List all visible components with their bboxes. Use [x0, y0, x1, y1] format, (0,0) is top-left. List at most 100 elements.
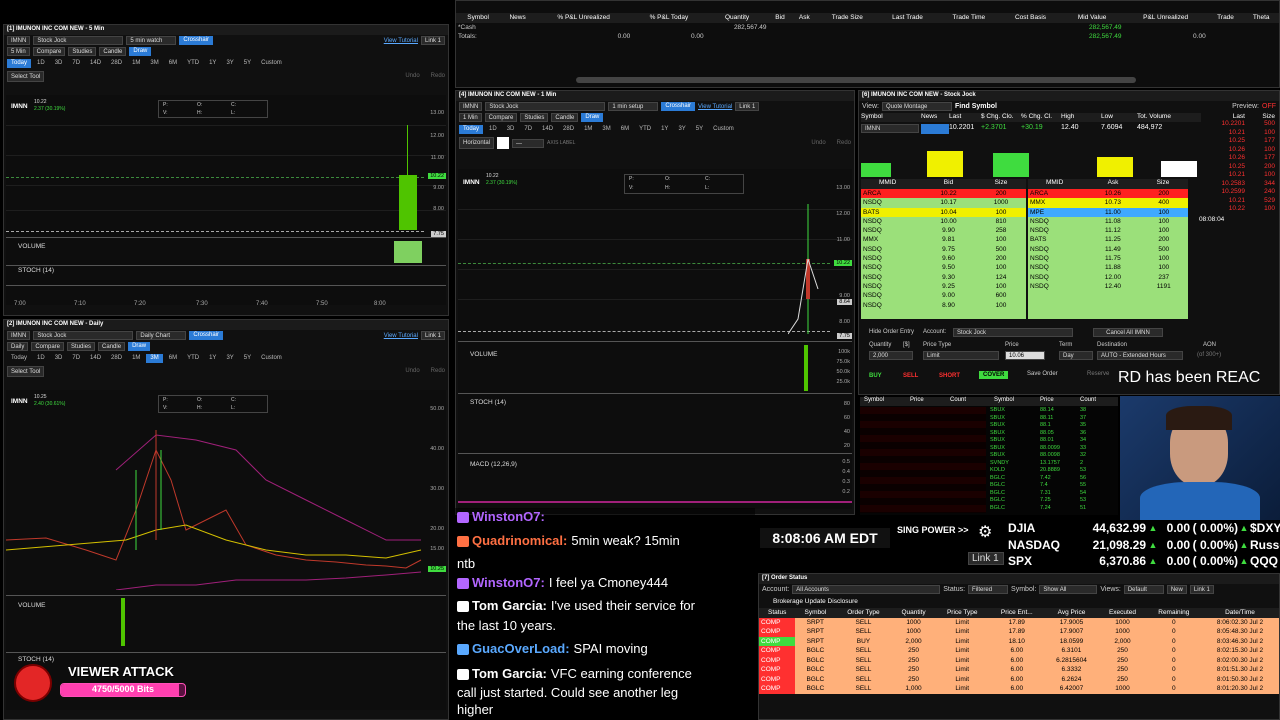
tf-3m[interactable]: 3M	[146, 59, 162, 68]
chat-user[interactable]: Tom Garcia:	[472, 666, 547, 681]
tf-3y[interactable]: 3Y	[222, 59, 237, 68]
table-row[interactable]: COMP BGLC SELL 250 Limit 6.00 6.2815604 250 0 8:0…	[759, 655, 1279, 665]
tf-3y[interactable]: 3Y	[674, 125, 689, 134]
draw-button[interactable]: Draw	[128, 342, 151, 351]
ask-row[interactable]: BATS 11.25 200	[1028, 235, 1188, 245]
time-and-sales[interactable]: Last Size 10.2201 500 10.21 100 10.25 177 10.26…	[1199, 113, 1279, 243]
table-row[interactable]: COMP BGLC SELL 250 Limit 6.00 6.3101 250 0 8:02:1…	[759, 646, 1279, 656]
price-chart-area[interactable]: IMNN 10.22 2.37 (30.19%) P: O: C: V: H: L: 1…	[458, 169, 852, 509]
cancel-all-button[interactable]: Cancel All IMNN	[1093, 328, 1163, 337]
table-row[interactable]: COMP SRPT SELL 1000 Limit 17.89 17.9005 1000 0 8:…	[759, 617, 1279, 627]
line-style-select[interactable]: —	[512, 138, 545, 148]
ask-row[interactable]: NSDQ 12.40 1191	[1028, 281, 1188, 292]
bid-row[interactable]: NSDQ 9.50 100	[861, 263, 1026, 273]
tf-3m[interactable]: 3M	[146, 353, 163, 363]
tf-28d[interactable]: 28D	[107, 59, 126, 68]
orientation-select[interactable]: Horizontal	[459, 137, 495, 149]
ask-row[interactable]: MMX 10.73 400	[1028, 198, 1188, 208]
tf-ytd[interactable]: YTD	[183, 59, 203, 68]
scanner-row[interactable]: BGLC 7.42 56	[990, 475, 1116, 483]
scanner-row[interactable]: SBUX 88.1 35	[990, 422, 1116, 430]
undo-button[interactable]: Undo	[811, 140, 825, 146]
column-header[interactable]: Status	[759, 608, 796, 618]
scanner-row[interactable]: SBUX 88.0099 33	[990, 445, 1116, 453]
setup-select[interactable]: 5 min watch	[126, 36, 177, 45]
column-header[interactable]: Remaining	[1146, 608, 1201, 618]
quantity-input[interactable]: 2,000	[869, 351, 913, 360]
chart-type-select[interactable]: Candle	[99, 47, 127, 56]
undo-button[interactable]: Undo	[405, 73, 419, 79]
tutorial-link[interactable]: View Tutorial	[384, 333, 418, 339]
tf-custom[interactable]: Custom	[257, 354, 286, 363]
index-row[interactable]: DJIA 44,632.99 ▲ 0.00( 0.00%) ▲ $DXY	[1008, 520, 1280, 537]
draw-button[interactable]: Draw	[129, 47, 152, 56]
setup-select[interactable]: Daily Chart	[136, 331, 187, 340]
scanner-row[interactable]: SBUX 88.14 38	[990, 407, 1116, 415]
chat-user[interactable]: Quadrinomical:	[472, 533, 567, 548]
tf-28d[interactable]: 28D	[559, 125, 578, 134]
link-select[interactable]: Link 1	[1189, 585, 1214, 594]
chat-user[interactable]: Tom Garcia:	[472, 598, 547, 613]
crosshair-button[interactable]: Crosshair	[189, 331, 224, 340]
studies-button[interactable]: Studies	[68, 47, 97, 56]
tutorial-link[interactable]: View Tutorial	[698, 104, 732, 110]
dollar-toggle[interactable]: [$]	[903, 342, 910, 348]
account-select[interactable]: Stock Jock	[953, 328, 1073, 337]
new-button[interactable]: New	[1166, 585, 1187, 594]
column-header[interactable]: Order Type	[835, 608, 892, 618]
table-row[interactable]: COMP BGLC SELL 1,000 Limit 6.00 6.42007 1000 0 8:…	[759, 684, 1279, 694]
scanner-row[interactable]: SBUX 88.05 36	[990, 430, 1116, 438]
index-row[interactable]: NASDAQ21,098.29▲0.00( 0.00%)▲Russel	[1008, 537, 1280, 554]
column-header[interactable]: Price Ent...	[989, 608, 1045, 618]
redo-button[interactable]: Redo	[837, 140, 851, 146]
horizontal-scrollbar[interactable]	[576, 77, 1136, 83]
draw-button[interactable]: Draw	[581, 113, 604, 122]
link-select[interactable]: Link 1	[420, 331, 445, 340]
scanner-row[interactable]: SVNDY 13.1757 2	[990, 460, 1116, 468]
ask-row[interactable]: NSDQ 12.00 237	[1028, 272, 1188, 282]
undo-button[interactable]: Undo	[405, 368, 419, 374]
bid-book[interactable]: MMID Bid Size ARCA 10.22 200 NSDQ 10.17 1000 BAT…	[861, 179, 1026, 319]
column-header[interactable]: Price Type	[935, 608, 990, 618]
setup-select[interactable]: 1 min setup	[608, 102, 659, 111]
scanner-row[interactable]: SBUX 88.11 37	[990, 415, 1116, 423]
compare-button[interactable]: Compare	[31, 342, 65, 351]
bid-row[interactable]: BATS 10.04 100	[861, 207, 1026, 217]
tf-1m[interactable]: 1M	[580, 125, 596, 134]
tf-7d[interactable]: 7D	[68, 59, 84, 68]
tf-14d[interactable]: 14D	[538, 125, 557, 134]
tf-1d[interactable]: 1D	[33, 354, 49, 363]
tf-7d[interactable]: 7D	[68, 354, 84, 363]
ask-row[interactable]: NSDQ 11.12 100	[1028, 226, 1188, 236]
chat-user[interactable]: GuacOverLoad:	[472, 641, 570, 656]
scanner-row[interactable]: BGLC 7.24 51	[990, 505, 1116, 513]
tf-3y[interactable]: 3Y	[222, 354, 237, 363]
tf-6m[interactable]: 6M	[165, 354, 181, 363]
layout-select[interactable]: Stock Jock	[33, 331, 134, 340]
ask-row[interactable]: NSDQ 11.49 500	[1028, 244, 1188, 255]
settings-icon[interactable]: ⚙	[978, 522, 992, 542]
tf-6m[interactable]: 6M	[617, 125, 633, 134]
tf-today[interactable]: Today	[7, 354, 31, 363]
ask-row[interactable]: ARCA 10.26 200	[1028, 189, 1188, 199]
layout-select[interactable]: Stock Jock	[33, 36, 124, 45]
tf-ytd[interactable]: YTD	[183, 354, 203, 363]
column-header[interactable]: Avg Price	[1044, 608, 1099, 618]
chart-type-select[interactable]: Candle	[551, 113, 579, 122]
tf-1d[interactable]: 1D	[485, 125, 501, 134]
crosshair-button[interactable]: Crosshair	[661, 102, 696, 111]
scanner-row[interactable]: SBUX 88.0098 32	[990, 452, 1116, 460]
term-select[interactable]: Day	[1059, 351, 1093, 360]
aon-label[interactable]: AON	[1203, 342, 1216, 348]
scanner-row[interactable]: BGLC 7.4 55	[990, 482, 1116, 490]
scanner-row[interactable]: KOLD 20.8889 53	[990, 467, 1116, 475]
table-row[interactable]: COMP SRPT SELL 1000 Limit 17.89 17.9007 1000 0 8:…	[759, 627, 1279, 637]
bid-row[interactable]: ARCA 10.22 200	[861, 189, 1026, 199]
bid-row[interactable]: NSDQ 9.90 258	[861, 226, 1026, 236]
tf-3d[interactable]: 3D	[503, 125, 519, 134]
table-row[interactable]: COMP BGLC SELL 250 Limit 6.00 6.3332 250 0 8:01:5…	[759, 665, 1279, 675]
table-row[interactable]: Totals: 0.00 0.00 282,567.49 0.00	[456, 32, 1279, 42]
scanner-row[interactable]: SBUX 88.01 34	[990, 437, 1116, 445]
bid-row[interactable]: MMX 9.81 100	[861, 235, 1026, 245]
table-row[interactable]: *Cash 282,567.49 282,567.49	[456, 23, 1279, 33]
